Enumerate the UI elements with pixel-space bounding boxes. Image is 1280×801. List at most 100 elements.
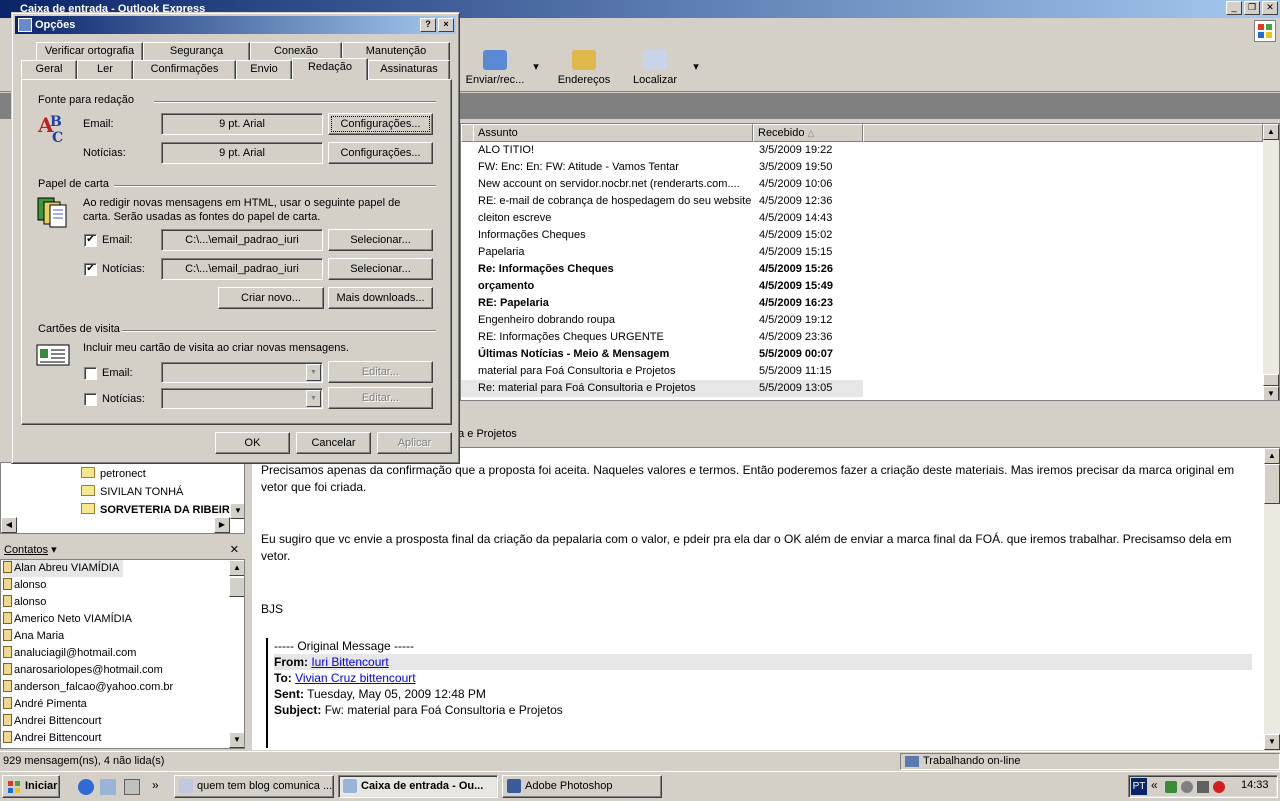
folder-item[interactable]: petronect (81, 465, 146, 483)
email-vcard-checkbox[interactable] (84, 367, 97, 380)
close-button[interactable]: ✕ (1262, 1, 1278, 15)
folder-scroll-right-icon[interactable]: ▶ (214, 517, 230, 533)
column-received[interactable]: Recebido △ (753, 124, 863, 142)
apply-button[interactable]: Aplicar (377, 432, 452, 454)
send-receive-dropdown-icon[interactable]: ▾ (530, 60, 542, 73)
scroll-thumb[interactable] (1263, 374, 1279, 386)
clock[interactable]: 14:33 (1241, 779, 1269, 791)
email-stationery-select-button[interactable]: Selecionar... (328, 229, 433, 251)
ie-icon[interactable] (78, 779, 94, 795)
contact-item[interactable]: anderson_falcao@yahoo.com.br (3, 679, 173, 696)
dialog-close-button[interactable]: × (438, 18, 454, 32)
email-stationery-checkbox[interactable]: ✔ (84, 234, 97, 247)
language-indicator[interactable]: PT (1131, 778, 1147, 795)
find-button[interactable]: Localizar (628, 50, 682, 86)
email-vcard-dropdown[interactable]: ▼ (161, 362, 323, 383)
contacts-header[interactable]: Contatos ▾ ✕ (0, 541, 245, 559)
volume-icon[interactable] (1165, 781, 1177, 793)
tab-general[interactable]: Geral (21, 60, 77, 79)
restore-button[interactable]: ❐ (1244, 1, 1260, 15)
contacts-list[interactable]: Alan Abreu VIAMÍDIA alonso alonso Americo N… (0, 559, 245, 749)
cancel-button[interactable]: Cancelar (296, 432, 371, 454)
contact-item[interactable]: André Pimenta (3, 696, 87, 713)
folder-list[interactable]: petronect SIVILAN TONHÁ SORVETERIA DA RI… (0, 462, 245, 534)
scroll-down-icon[interactable]: ▼ (229, 732, 244, 748)
column-subject[interactable]: Assunto (473, 124, 753, 142)
start-button[interactable]: Iniciar (2, 775, 60, 798)
message-row[interactable]: cleiton escreve 4/5/2009 14:43 (461, 210, 1261, 227)
preview-scrollbar[interactable]: ▲ ▼ (1264, 448, 1280, 750)
minimize-button[interactable]: _ (1226, 1, 1242, 15)
tab-read[interactable]: Ler (77, 60, 133, 79)
message-row[interactable]: RE: Informações Cheques URGENTE 4/5/2009 … (461, 329, 1261, 346)
scroll-down-icon[interactable]: ▼ (1263, 386, 1279, 400)
tab-receipts[interactable]: Confirmações (133, 60, 236, 79)
security-icon[interactable] (1213, 781, 1225, 793)
network-icon[interactable] (1181, 781, 1193, 793)
contact-item[interactable]: anarosariolopes@hotmail.com (3, 662, 163, 679)
help-button[interactable]: ? (420, 18, 436, 32)
scroll-up-icon[interactable]: ▲ (1264, 448, 1280, 464)
message-list[interactable]: Assunto Recebido △ ALO TITIO! 3/5/2009 19… (460, 123, 1280, 401)
tab-compose[interactable]: Redação (292, 58, 368, 80)
contact-item[interactable]: alonso (3, 594, 46, 611)
message-row[interactable]: Papelaria 4/5/2009 15:15 (461, 244, 1261, 261)
message-list-scrollbar[interactable]: ▲ ▼ (1263, 124, 1279, 400)
scroll-down-icon[interactable]: ▼ (1264, 734, 1280, 750)
from-link[interactable]: Iuri Bittencourt (311, 655, 388, 669)
chevron-down-icon[interactable]: ▼ (306, 364, 321, 381)
send-receive-button[interactable]: Enviar/rec... (462, 50, 528, 86)
contact-item[interactable]: Andrei Bittencourt (3, 730, 101, 747)
desktop-icon[interactable] (124, 779, 140, 795)
tab-security[interactable]: Segurança (143, 42, 250, 61)
ok-button[interactable]: OK (215, 432, 290, 454)
contacts-dropdown-icon[interactable]: ▾ (51, 544, 57, 556)
scroll-up-icon[interactable]: ▲ (1263, 124, 1279, 140)
contact-item[interactable]: alonso (3, 577, 46, 594)
message-row[interactable]: ALO TITIO! 3/5/2009 19:22 (461, 142, 1261, 159)
folder-item[interactable]: SORVETERIA DA RIBEIR (81, 501, 231, 519)
find-dropdown-icon[interactable]: ▾ (690, 60, 702, 73)
preview-pane[interactable]: Precisamos apenas da confirmação que a p… (252, 448, 1280, 750)
task-blog[interactable]: quem tem blog comunica ... (174, 775, 334, 798)
folder-scroll-down-icon[interactable]: ▼ (230, 503, 244, 519)
contact-item[interactable]: Ana Maria (3, 628, 64, 645)
outlook-quicklaunch-icon[interactable] (100, 779, 116, 795)
news-vcard-checkbox[interactable] (84, 393, 97, 406)
addresses-button[interactable]: Endereços (556, 50, 612, 86)
folder-item[interactable]: SIVILAN TONHÁ (81, 483, 183, 501)
email-font-settings-button[interactable]: Configurações... (328, 113, 433, 135)
create-new-stationery-button[interactable]: Criar novo... (218, 287, 324, 309)
scroll-thumb[interactable] (1264, 464, 1280, 504)
news-stationery-checkbox[interactable]: ✔ (84, 263, 97, 276)
phone-icon[interactable] (1197, 781, 1209, 793)
folder-scroll-left-icon[interactable]: ◀ (1, 517, 17, 533)
news-stationery-select-button[interactable]: Selecionar... (328, 258, 433, 280)
message-row[interactable]: Re: Informações Cheques 4/5/2009 15:26 (461, 261, 1261, 278)
quicklaunch-more-icon[interactable]: » (152, 778, 159, 792)
task-photoshop[interactable]: Adobe Photoshop (502, 775, 662, 798)
contacts-title[interactable]: Contatos (4, 544, 48, 556)
tray-expand-icon[interactable]: « (1151, 778, 1158, 792)
chevron-down-icon[interactable]: ▼ (306, 390, 321, 407)
message-row[interactable]: Engenheiro dobrando roupa 4/5/2009 19:12 (461, 312, 1261, 329)
more-downloads-button[interactable]: Mais downloads... (328, 287, 433, 309)
contact-item[interactable]: Americo Neto VIAMÍDIA (3, 611, 132, 628)
message-row[interactable]: Informações Cheques 4/5/2009 15:02 (461, 227, 1261, 244)
email-vcard-edit-button[interactable]: Editar... (328, 361, 433, 383)
contact-item[interactable]: Andrei Bittencourt (3, 713, 101, 730)
task-outlook[interactable]: Caixa de entrada - Ou... (338, 775, 498, 798)
tab-spelling[interactable]: Verificar ortografia (36, 42, 143, 61)
message-row[interactable]: RE: e-mail de cobrança de hospedagem do … (461, 193, 1261, 210)
message-row[interactable]: RE: Papelaria 4/5/2009 16:23 (461, 295, 1261, 312)
message-row[interactable]: orçamento 4/5/2009 15:49 (461, 278, 1261, 295)
scroll-thumb[interactable] (229, 577, 244, 597)
scroll-up-icon[interactable]: ▲ (229, 560, 244, 576)
tab-send[interactable]: Envio (236, 60, 292, 79)
contact-item[interactable]: Alan Abreu VIAMÍDIA (3, 560, 124, 577)
contact-item[interactable]: analuciagil@hotmail.com (3, 645, 136, 662)
news-vcard-edit-button[interactable]: Editar... (328, 387, 433, 409)
message-row[interactable]: Últimas Notícias - Meio & Mensagem 5/5/20… (461, 346, 1261, 363)
news-font-settings-button[interactable]: Configurações... (328, 142, 433, 164)
news-vcard-dropdown[interactable]: ▼ (161, 388, 323, 409)
